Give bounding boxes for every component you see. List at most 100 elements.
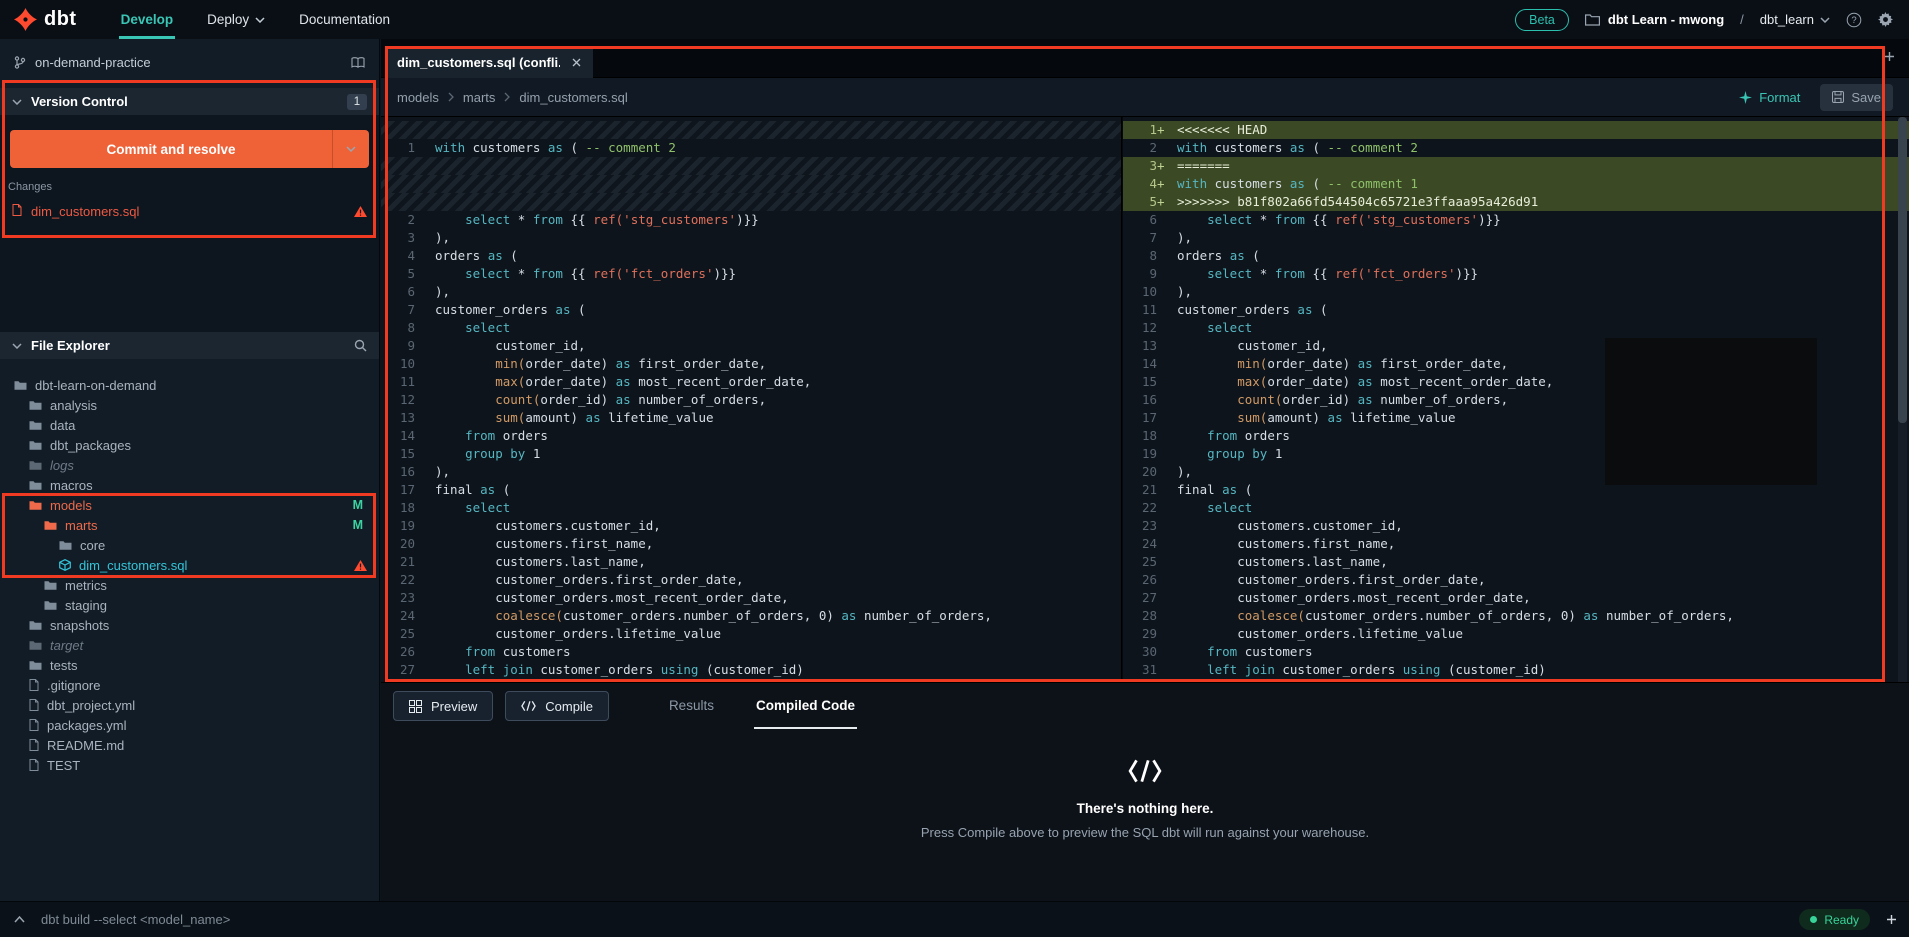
- code-line[interactable]: 10 ),: [1123, 283, 1909, 301]
- version-control-header[interactable]: Version Control 1: [0, 88, 379, 115]
- changed-file-item[interactable]: dim_customers.sql: [0, 199, 379, 223]
- code-line[interactable]: 30 from customers: [1123, 643, 1909, 661]
- code-line[interactable]: 13 sum(amount) as lifetime_value: [381, 409, 1121, 427]
- code-line[interactable]: 19 customers.customer_id,: [381, 517, 1121, 535]
- code-line[interactable]: 22 select: [1123, 499, 1909, 517]
- chevron-up-icon[interactable]: [14, 916, 25, 923]
- code-line[interactable]: 11 customer_orders as (: [1123, 301, 1909, 319]
- branch-selector[interactable]: on-demand-practice: [0, 49, 379, 75]
- tree-item-staging[interactable]: staging: [0, 595, 379, 615]
- code-line[interactable]: 2 with customers as ( -- comment 2: [1123, 139, 1909, 157]
- nav-tab-documentation[interactable]: Documentation: [299, 0, 390, 39]
- tree-item-data[interactable]: data: [0, 415, 379, 435]
- panel-tab-compiled-code[interactable]: Compiled Code: [753, 683, 857, 729]
- code-line[interactable]: 7 ),: [1123, 229, 1909, 247]
- code-line[interactable]: 7 customer_orders as (: [381, 301, 1121, 319]
- code-line[interactable]: 9 customer_id,: [381, 337, 1121, 355]
- format-button[interactable]: Format: [1739, 90, 1800, 105]
- code-line[interactable]: 10 min(order_date) as first_order_date,: [381, 355, 1121, 373]
- code-line[interactable]: 15 group by 1: [381, 445, 1121, 463]
- code-line[interactable]: 12 select: [1123, 319, 1909, 337]
- code-line[interactable]: 5 + >>>>>>> b81f802a66fd544504c65721e3ffaa…: [1123, 193, 1909, 211]
- help-icon[interactable]: ?: [1846, 12, 1862, 28]
- code-line[interactable]: 9 select * from {{ ref('fct_orders')}}: [1123, 265, 1909, 283]
- tree-item-packages-yml[interactable]: packages.yml: [0, 715, 379, 735]
- tree-item-marts[interactable]: marts M: [0, 515, 379, 535]
- commit-and-resolve-button[interactable]: Commit and resolve: [10, 130, 332, 168]
- code-line[interactable]: 4 orders as (: [381, 247, 1121, 265]
- code-line[interactable]: 25 customer_orders.lifetime_value: [381, 625, 1121, 643]
- tree-item-core[interactable]: core: [0, 535, 379, 555]
- code-line[interactable]: 24 coalesce(customer_orders.number_of_or…: [381, 607, 1121, 625]
- tree-item-metrics[interactable]: metrics: [0, 575, 379, 595]
- code-line[interactable]: 1 + <<<<<<< HEAD: [1123, 121, 1909, 139]
- code-line[interactable]: 27 customer_orders.most_recent_order_dat…: [1123, 589, 1909, 607]
- tree-item-dim-customers-sql[interactable]: dim_customers.sql: [0, 555, 379, 575]
- editor-scrollbar[interactable]: [1898, 117, 1907, 682]
- code-line[interactable]: 6 ),: [381, 283, 1121, 301]
- tree-item-analysis[interactable]: analysis: [0, 395, 379, 415]
- settings-gear-icon[interactable]: [1878, 12, 1893, 27]
- close-tab-icon[interactable]: [572, 58, 581, 67]
- code-line[interactable]: 4 + with customers as ( -- comment 1: [1123, 175, 1909, 193]
- code-line[interactable]: 31 left join customer_orders using (cust…: [1123, 661, 1909, 679]
- code-line[interactable]: 20 customers.first_name,: [381, 535, 1121, 553]
- code-line[interactable]: 6 select * from {{ ref('stg_customers')}…: [1123, 211, 1909, 229]
- tree-item-readme-md[interactable]: README.md: [0, 735, 379, 755]
- code-line[interactable]: 23 customers.customer_id,: [1123, 517, 1909, 535]
- tree-item-tests[interactable]: tests: [0, 655, 379, 675]
- code-line[interactable]: 21 customers.last_name,: [381, 553, 1121, 571]
- commit-options-caret[interactable]: [332, 130, 369, 168]
- code-line[interactable]: 5 select * from {{ ref('fct_orders')}}: [381, 265, 1121, 283]
- dbt-logo[interactable]: dbt: [0, 0, 95, 39]
- tree-item-dbt-packages[interactable]: dbt_packages: [0, 435, 379, 455]
- status-plus-icon[interactable]: [1886, 914, 1897, 925]
- environment-selector[interactable]: dbt_learn: [1760, 12, 1830, 27]
- code-line[interactable]: 11 max(order_date) as most_recent_order_…: [381, 373, 1121, 391]
- code-line[interactable]: 12 count(order_id) as number_of_orders,: [381, 391, 1121, 409]
- new-tab-plus-icon[interactable]: [1884, 51, 1895, 62]
- search-icon[interactable]: [354, 339, 367, 352]
- tree-item-dbt-project-yml[interactable]: dbt_project.yml: [0, 695, 379, 715]
- file-explorer-header[interactable]: File Explorer: [0, 332, 379, 359]
- save-button[interactable]: Save: [1820, 83, 1893, 111]
- code-line[interactable]: 14 from orders: [381, 427, 1121, 445]
- editor-tab[interactable]: dim_customers.sql (confli...: [385, 46, 593, 78]
- code-line[interactable]: 25 customers.last_name,: [1123, 553, 1909, 571]
- code-line[interactable]: 1 with customers as ( -- comment 2: [381, 139, 1121, 157]
- docs-book-icon[interactable]: [351, 56, 365, 68]
- tree-item-snapshots[interactable]: snapshots: [0, 615, 379, 635]
- beta-badge[interactable]: Beta: [1515, 8, 1569, 31]
- code-line[interactable]: 17 final as (: [381, 481, 1121, 499]
- tree-item-target[interactable]: target: [0, 635, 379, 655]
- tree-item-test[interactable]: TEST: [0, 755, 379, 775]
- tree-item-macros[interactable]: macros: [0, 475, 379, 495]
- scrollbar-thumb[interactable]: [1898, 117, 1907, 423]
- command-input[interactable]: dbt build --select <model_name>: [41, 912, 230, 927]
- tree-item-models[interactable]: models M: [0, 495, 379, 515]
- preview-button[interactable]: Preview: [393, 691, 494, 721]
- nav-tab-deploy[interactable]: Deploy: [207, 0, 265, 39]
- code-line[interactable]: 18 select: [381, 499, 1121, 517]
- tree-item-dbt-learn-on-demand[interactable]: dbt-learn-on-demand: [0, 375, 379, 395]
- tree-item-logs[interactable]: logs: [0, 455, 379, 475]
- code-line[interactable]: 29 customer_orders.lifetime_value: [1123, 625, 1909, 643]
- code-line[interactable]: 3 + =======: [1123, 157, 1909, 175]
- code-line[interactable]: 22 customer_orders.first_order_date,: [381, 571, 1121, 589]
- compile-button[interactable]: Compile: [505, 691, 609, 721]
- panel-tab-results[interactable]: Results: [667, 683, 716, 729]
- code-line[interactable]: 26 customer_orders.first_order_date,: [1123, 571, 1909, 589]
- nav-tab-develop[interactable]: Develop: [118, 0, 175, 39]
- project-selector[interactable]: dbt Learn - mwong: [1584, 12, 1724, 27]
- code-line[interactable]: 23 customer_orders.most_recent_order_dat…: [381, 589, 1121, 607]
- code-line[interactable]: 8 orders as (: [1123, 247, 1909, 265]
- code-line[interactable]: 8 select: [381, 319, 1121, 337]
- code-line[interactable]: 26 from customers: [381, 643, 1121, 661]
- code-line[interactable]: 27 left join customer_orders using (cust…: [381, 661, 1121, 679]
- tree-item--gitignore[interactable]: .gitignore: [0, 675, 379, 695]
- code-line[interactable]: 2 select * from {{ ref('stg_customers')}…: [381, 211, 1121, 229]
- code-line[interactable]: 28 coalesce(customer_orders.number_of_or…: [1123, 607, 1909, 625]
- code-line[interactable]: 24 customers.first_name,: [1123, 535, 1909, 553]
- code-line[interactable]: 16 ),: [381, 463, 1121, 481]
- code-line[interactable]: 3 ),: [381, 229, 1121, 247]
